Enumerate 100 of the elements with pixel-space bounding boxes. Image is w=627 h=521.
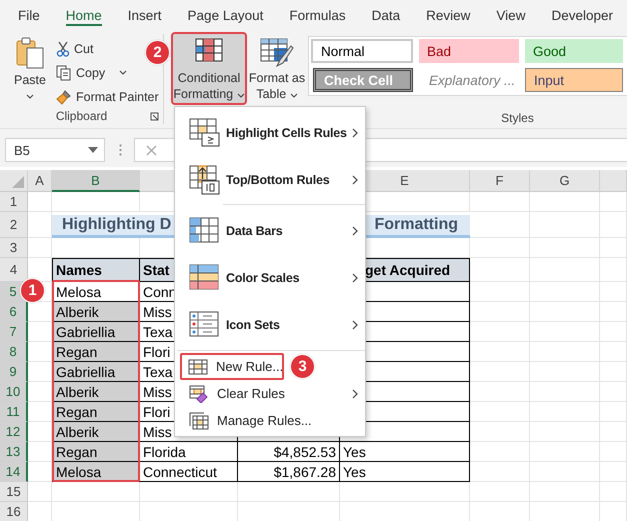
table-cell: Alberik [52, 302, 140, 322]
grid-cell [530, 422, 600, 442]
cell-style-option[interactable]: Input [525, 68, 623, 92]
grid-cell [600, 422, 627, 442]
row-header[interactable]: 3 [0, 238, 28, 258]
grid-cell [600, 382, 627, 402]
grid-cell [470, 238, 530, 258]
row-header[interactable]: 1 [0, 192, 28, 212]
ribbon-tab[interactable]: File [9, 0, 49, 30]
row-header[interactable]: 16 [0, 502, 28, 521]
grid-cell [28, 382, 52, 402]
column-header[interactable]: G [530, 170, 600, 192]
table-cell: Florida [140, 442, 238, 462]
table-cell: Regan [52, 342, 140, 362]
grid-cell [600, 442, 627, 462]
table-cell: Alberik [52, 422, 140, 442]
select-all-button[interactable] [0, 170, 28, 192]
conditional-formatting-button[interactable]: Conditional Formatting [172, 33, 246, 104]
grid-cell [470, 322, 530, 342]
group-label: Styles [501, 111, 534, 125]
grid-cell [470, 402, 530, 422]
table-brush-icon [260, 38, 294, 68]
grid-cell [470, 302, 530, 322]
grid-cell [28, 362, 52, 382]
grid-cell [600, 362, 627, 382]
row-header[interactable]: 14 [0, 462, 28, 482]
clipboard-icon [15, 36, 45, 70]
dialog-launcher-icon[interactable] [150, 112, 159, 121]
column-header[interactable]: A [28, 170, 52, 192]
copy-button[interactable]: Copy [54, 62, 130, 83]
ribbon-tab[interactable]: View [487, 0, 534, 30]
top-bottom-rules-icon [189, 164, 221, 194]
column-heading: Names [52, 258, 140, 282]
row-header[interactable]: 15 [0, 482, 28, 502]
grid-cell [600, 402, 627, 422]
eraser-grid-icon [189, 384, 209, 402]
table-cell: Connecticut [140, 462, 238, 482]
color-scales-icon [189, 262, 221, 292]
row-header[interactable]: 6 [0, 302, 28, 322]
table-cell: Alberik [52, 382, 140, 402]
paste-button[interactable]: Paste [6, 34, 54, 107]
format-painter-button[interactable]: Format Painter [54, 86, 161, 107]
row-header[interactable]: 2 [0, 212, 28, 238]
ribbon-tab[interactable]: Developer [542, 0, 622, 30]
grid-cell [530, 482, 600, 502]
row-header[interactable]: 12 [0, 422, 28, 442]
row-header[interactable]: 11 [0, 402, 28, 422]
copy-icon [56, 64, 72, 80]
cell-style-option[interactable]: Good [525, 39, 623, 63]
row-header[interactable]: 7 [0, 322, 28, 342]
ribbon-tab[interactable]: Page Layout [178, 0, 272, 30]
grid-cell [530, 302, 600, 322]
menu-item[interactable]: Highlight Cells Rules [175, 109, 365, 156]
row-header[interactable]: 10 [0, 382, 28, 402]
grid-cell [600, 482, 627, 502]
grid-cell [530, 238, 600, 258]
sheet-title: Formatting [374, 216, 458, 234]
cut-button[interactable]: Cut [54, 38, 96, 59]
grid-cell [470, 212, 530, 238]
format-as-table-button[interactable]: Format as Table [248, 33, 306, 104]
more-icon [119, 144, 122, 156]
grid-cell [470, 382, 530, 402]
grid-cell [470, 442, 530, 462]
name-box[interactable]: B5 [5, 138, 105, 162]
grid-cell [530, 212, 600, 238]
ribbon-tab[interactable]: Data [362, 0, 410, 30]
grid-cell [28, 422, 52, 442]
grid-cell [530, 462, 600, 482]
grid-cell [28, 482, 52, 502]
grid-cell [470, 342, 530, 362]
highlight-rules-icon [189, 118, 221, 148]
ribbon-tab[interactable]: Home [56, 0, 111, 30]
table-cell: Regan [52, 442, 140, 462]
column-header[interactable]: B [52, 170, 140, 192]
ribbon-tab[interactable]: Formulas [280, 0, 355, 30]
grid-cell [470, 482, 530, 502]
cell-style-option[interactable]: Bad [419, 39, 519, 63]
table-cell: $1,867.28 [238, 462, 340, 482]
grid-cell [600, 282, 627, 302]
grid-cell [600, 322, 627, 342]
row-header[interactable]: 8 [0, 342, 28, 362]
menu-item[interactable]: Data Bars [175, 207, 365, 254]
row-header[interactable]: 4 [0, 258, 28, 282]
grid-cell [530, 342, 600, 362]
paintbrush-icon [56, 88, 72, 104]
cancel-icon[interactable] [146, 144, 157, 156]
data-bars-icon [189, 216, 221, 246]
grid-cell [530, 322, 600, 342]
ribbon-tab[interactable]: Review [417, 0, 480, 30]
cell-style-option[interactable]: Normal [311, 39, 413, 63]
ribbon-tab[interactable]: Insert [118, 0, 171, 30]
column-header[interactable] [600, 170, 627, 192]
row-header[interactable]: 9 [0, 362, 28, 382]
caret-icon [119, 70, 128, 75]
grid-cell [470, 192, 530, 212]
grid-cell [28, 402, 52, 422]
grid-cell [530, 402, 600, 422]
grid-cell [530, 382, 600, 402]
row-header[interactable]: 13 [0, 442, 28, 462]
column-header[interactable]: F [470, 170, 530, 192]
